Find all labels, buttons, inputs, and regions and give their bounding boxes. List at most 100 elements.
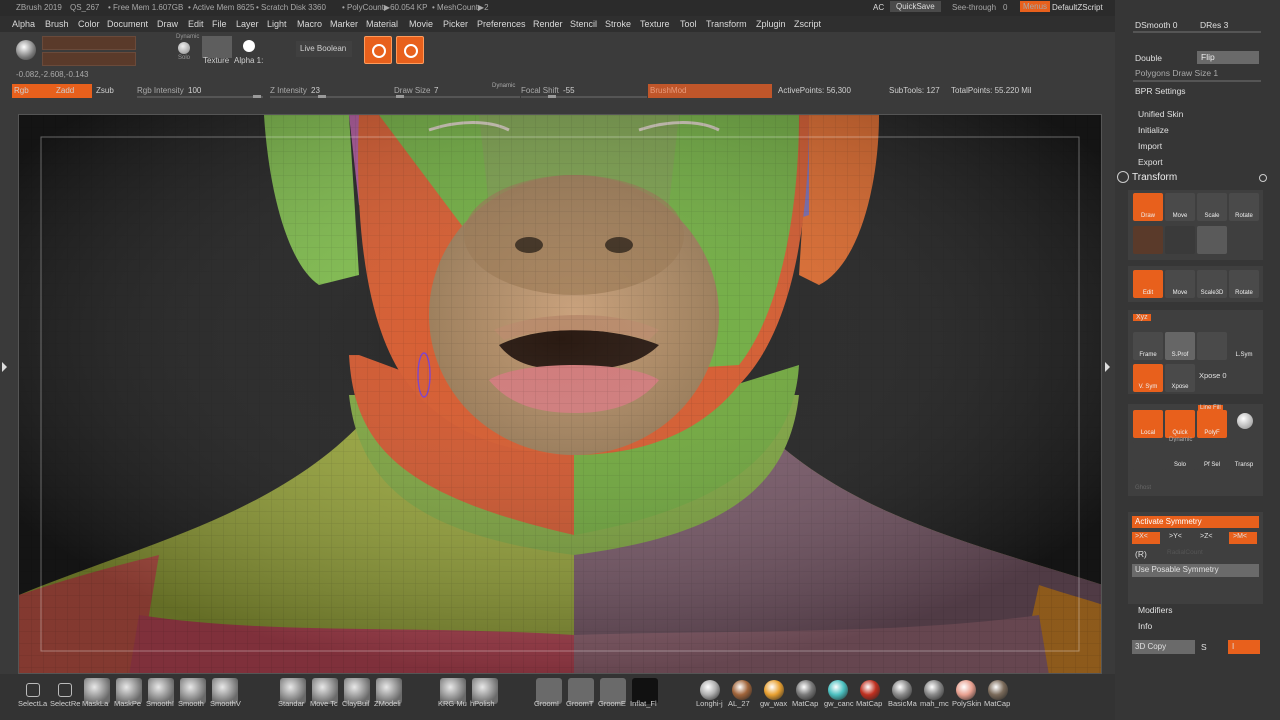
unified-skin-button[interactable]: Unified Skin (1138, 109, 1183, 119)
material-sphere-icon[interactable] (924, 680, 944, 700)
zadd-button[interactable]: Zadd (52, 84, 92, 98)
radial-count-slider[interactable]: RadialCount (1167, 549, 1203, 556)
pfsel-icon[interactable]: Pf Sel (1197, 442, 1227, 470)
live-boolean-button[interactable]: Live Boolean (296, 41, 352, 57)
flip-button[interactable]: Flip (1197, 51, 1259, 64)
focal-shift-knob[interactable] (548, 95, 556, 98)
dres-slider[interactable]: DRes 3 (1200, 20, 1228, 30)
menu-preferences[interactable]: Preferences (477, 19, 526, 29)
menu-alpha[interactable]: Alpha (12, 19, 35, 29)
sym-x-button[interactable]: >X< (1132, 532, 1160, 544)
rotate-mode-icon[interactable]: Rotate (1229, 193, 1259, 221)
menu-marker[interactable]: Marker (330, 19, 358, 29)
transform-header[interactable]: Transform (1132, 172, 1177, 183)
scale3d-icon[interactable]: Scale3D (1197, 270, 1227, 298)
move-hand-icon[interactable]: Move (1165, 270, 1195, 298)
import-button[interactable]: Import (1138, 141, 1162, 151)
xpose-value[interactable]: Xpose 0 (1199, 371, 1227, 380)
local-icon[interactable]: Local (1133, 410, 1163, 438)
polygons-draw-size[interactable]: Polygons Draw Size 1 (1135, 68, 1218, 78)
camera-icon[interactable] (1197, 226, 1227, 254)
material-sphere-icon[interactable] (796, 680, 816, 700)
xpose-icon[interactable]: Xpose (1165, 364, 1195, 392)
rgb-button[interactable]: Rgb (12, 84, 52, 98)
use-posable-symmetry-button[interactable]: Use Posable Symmetry (1132, 564, 1259, 577)
menu-stencil[interactable]: Stencil (570, 19, 597, 29)
draw-size-slider[interactable] (394, 96, 520, 98)
quick-icon[interactable]: Quick (1165, 410, 1195, 438)
rgb-intensity-slider[interactable] (137, 96, 263, 98)
export-button[interactable]: Export (1138, 157, 1163, 167)
ac-label[interactable]: AC (873, 3, 884, 12)
menu-color[interactable]: Color (78, 19, 100, 29)
draw-size-value[interactable]: 7 (434, 86, 438, 95)
rotate-hand-icon[interactable]: Rotate (1229, 270, 1259, 298)
texture-swatch[interactable] (202, 36, 232, 58)
move-mode-icon[interactable]: Move (1165, 193, 1195, 221)
material-sphere-icon[interactable] (988, 680, 1008, 700)
copy-i-button[interactable]: I (1228, 640, 1260, 654)
canvas-viewport[interactable] (18, 114, 1102, 674)
menus-button[interactable]: Menus (1020, 1, 1051, 12)
frame-icon[interactable]: Frame (1133, 332, 1163, 360)
rgb-intensity-knob[interactable] (253, 95, 261, 98)
double-button[interactable]: Double (1135, 53, 1162, 63)
focal-shift-slider[interactable] (521, 96, 647, 98)
bpr-settings-button[interactable]: BPR Settings (1135, 86, 1186, 96)
material-sphere-icon[interactable] (764, 680, 784, 700)
sculpt-model[interactable] (19, 115, 1102, 674)
menu-render[interactable]: Render (533, 19, 563, 29)
menu-material[interactable]: Material (366, 19, 398, 29)
draw-size-knob[interactable] (396, 95, 404, 98)
initialize-button[interactable]: Initialize (1138, 125, 1169, 135)
draw-mode-button[interactable] (42, 36, 136, 50)
draw-mode-icon[interactable]: Draw (1133, 193, 1163, 221)
info-button[interactable]: Info (1138, 621, 1152, 631)
menu-file[interactable]: File (212, 19, 227, 29)
material-sphere-icon[interactable] (732, 680, 752, 700)
edit-mode-button[interactable] (42, 52, 136, 66)
dsmooth-slider[interactable]: DSmooth 0 (1135, 20, 1178, 30)
polyf-icon[interactable]: PolyF (1197, 410, 1227, 438)
material-sphere-icon[interactable] (892, 680, 912, 700)
menu-transform[interactable]: Transform (706, 19, 747, 29)
sym-z-button[interactable]: >Z< (1200, 533, 1212, 540)
menu-tool[interactable]: Tool (680, 19, 697, 29)
menu-movie[interactable]: Movie (409, 19, 433, 29)
right-shelf-arrow-icon[interactable] (1105, 362, 1110, 372)
lsym-icon[interactable]: L.Sym (1229, 332, 1259, 360)
menu-texture[interactable]: Texture (640, 19, 670, 29)
cube-icon[interactable] (1133, 442, 1163, 470)
menu-document[interactable]: Document (107, 19, 148, 29)
rgb-intensity-value[interactable]: 100 (188, 86, 201, 95)
ghost-label[interactable]: Ghost (1135, 485, 1151, 491)
sym-y-button[interactable]: >Y< (1169, 533, 1182, 540)
transform-reset-icon[interactable] (1259, 174, 1267, 182)
menu-stroke[interactable]: Stroke (605, 19, 631, 29)
menu-edit[interactable]: Edit (188, 19, 204, 29)
radial-r-button[interactable]: (R) (1135, 549, 1147, 559)
zsub-button[interactable]: Zsub (96, 86, 114, 95)
brush-preview-icon[interactable] (16, 40, 36, 60)
edit-icon[interactable]: Edit (1133, 270, 1163, 298)
alpha-icon[interactable] (243, 40, 255, 52)
modifiers-button[interactable]: Modifiers (1138, 605, 1172, 615)
solo-sphere-icon[interactable] (178, 42, 190, 54)
menu-zscript[interactable]: Zscript (794, 19, 821, 29)
material-sphere-icon[interactable] (700, 680, 720, 700)
z-intensity-slider[interactable] (270, 96, 396, 98)
menu-macro[interactable]: Macro (297, 19, 322, 29)
lightbox-icon[interactable] (364, 36, 392, 64)
material-sphere-icon[interactable] (828, 680, 848, 700)
menu-draw[interactable]: Draw (157, 19, 178, 29)
default-zscript[interactable]: DefaultZScript (1052, 3, 1103, 12)
dsmooth-track[interactable] (1133, 31, 1261, 33)
z-intensity-value[interactable]: 23 (311, 86, 320, 95)
z-intensity-knob[interactable] (318, 95, 326, 98)
menu-picker[interactable]: Picker (443, 19, 468, 29)
brush-selectre-icon[interactable] (58, 683, 72, 697)
vsym-icon[interactable]: V. Sym (1133, 364, 1163, 392)
material-sphere-icon[interactable] (956, 680, 976, 700)
brush-selectla-icon[interactable] (26, 683, 40, 697)
activate-symmetry-button[interactable]: Activate Symmetry (1132, 516, 1259, 528)
